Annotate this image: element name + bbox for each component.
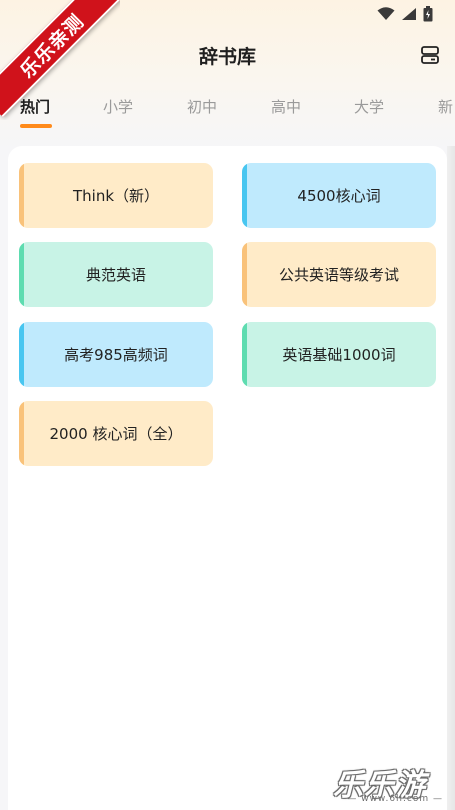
- book-card-4500[interactable]: 4500核心词: [242, 163, 436, 228]
- wifi-icon: [377, 7, 395, 20]
- scrollbar[interactable]: [447, 146, 455, 810]
- book-card-label: 典范英语: [85, 266, 146, 284]
- book-card-label: Think（新）: [72, 187, 160, 205]
- book-card-basic-1000[interactable]: 英语基础1000词: [242, 322, 436, 387]
- status-icons: [377, 6, 433, 22]
- tab-new[interactable]: 新: [438, 96, 453, 117]
- watermark: 乐乐游戏 — www.6ll.com —: [333, 760, 451, 804]
- tab-junior[interactable]: 初中: [187, 96, 217, 117]
- book-card-label: 英语基础1000词: [282, 346, 396, 364]
- tab-indicator: [20, 124, 52, 128]
- book-card-label: 公共英语等级考试: [278, 266, 399, 284]
- promo-ribbon: 乐乐亲测: [0, 0, 120, 120]
- signal-icon: [402, 8, 416, 20]
- book-card-typical-english[interactable]: 典范英语: [19, 242, 213, 307]
- tab-college[interactable]: 大学: [354, 96, 384, 117]
- book-card-label: 4500核心词: [297, 187, 381, 205]
- book-list: Think（新） 4500核心词 典范英语 公共英语等级考试 高考985高频词 …: [8, 146, 447, 810]
- tab-senior[interactable]: 高中: [271, 96, 301, 117]
- book-card-gaokao-985[interactable]: 高考985高频词: [19, 322, 213, 387]
- promo-ribbon-text: 乐乐亲测: [0, 0, 120, 118]
- book-card-core-2000[interactable]: 2000 核心词（全）: [19, 401, 213, 466]
- book-card-think[interactable]: Think（新）: [19, 163, 213, 228]
- watermark-url: — www.6ll.com —: [347, 794, 443, 804]
- book-card-label: 2000 核心词（全）: [49, 425, 183, 443]
- battery-icon: [423, 6, 433, 22]
- book-card-label: 高考985高频词: [64, 346, 168, 364]
- app-screen: 乐乐亲测 辞书库 热门 小学 初中 高中 大学 新 Think（新） 4500核…: [0, 0, 455, 810]
- bookshelf-icon[interactable]: [419, 44, 441, 66]
- book-card-pets[interactable]: 公共英语等级考试: [242, 242, 436, 307]
